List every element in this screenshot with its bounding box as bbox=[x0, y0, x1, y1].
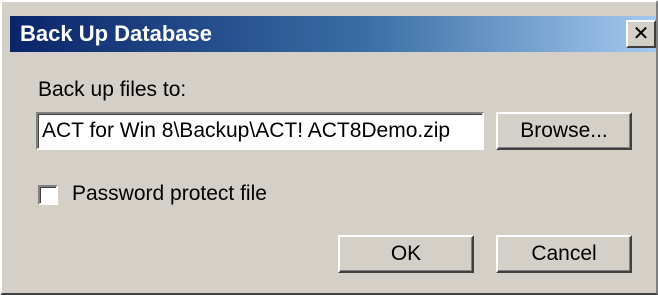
backup-path-input[interactable] bbox=[36, 112, 484, 150]
title-bar: Back Up Database ✕ bbox=[10, 16, 656, 52]
ok-button[interactable]: OK bbox=[338, 235, 474, 273]
cancel-button[interactable]: Cancel bbox=[496, 235, 632, 273]
close-button[interactable]: ✕ bbox=[626, 20, 656, 48]
browse-button[interactable]: Browse... bbox=[496, 112, 632, 150]
password-protect-checkbox[interactable] bbox=[38, 185, 58, 205]
close-icon: ✕ bbox=[632, 21, 650, 45]
backup-location-label: Back up files to: bbox=[38, 78, 187, 101]
password-protect-label[interactable]: Password protect file bbox=[72, 182, 267, 206]
back-up-database-dialog: Back Up Database ✕ Back up files to: Bro… bbox=[0, 0, 658, 295]
window-title: Back Up Database bbox=[20, 21, 212, 46]
